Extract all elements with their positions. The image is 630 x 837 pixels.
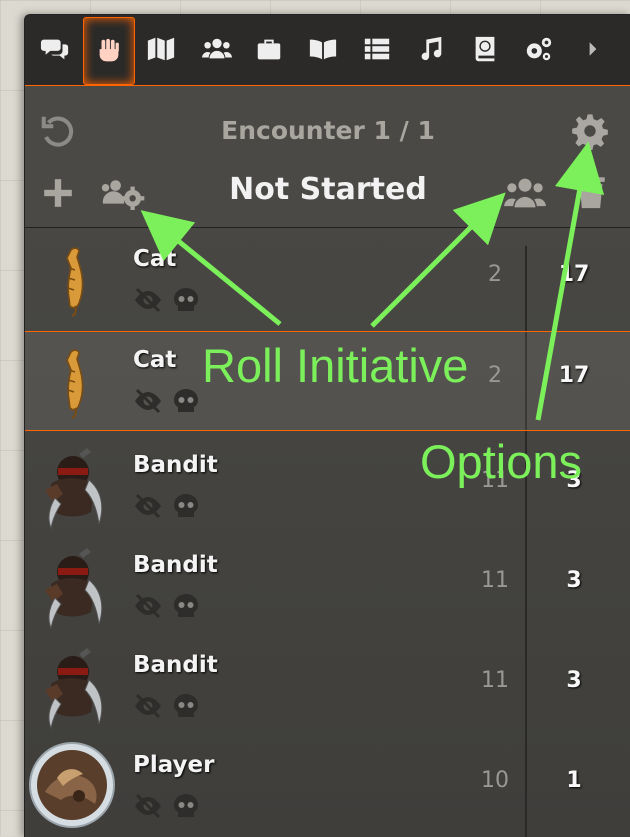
eye-slash-icon [135, 287, 161, 313]
skull-icon [174, 494, 198, 517]
skull-icon [174, 389, 198, 412]
toggle-defeated-button[interactable] [171, 387, 201, 415]
skull-icon [174, 594, 198, 617]
combatant-name: Bandit [133, 652, 218, 678]
combatant-dex: 2 [488, 363, 502, 388]
combatant-row[interactable]: Bandit 11 3 [25, 534, 630, 634]
skull-icon [174, 794, 198, 817]
initiative-value[interactable]: 1 [539, 768, 609, 793]
tab-playlists[interactable] [407, 25, 455, 73]
combatant-dex: 11 [481, 668, 509, 693]
toggle-defeated-button[interactable] [171, 286, 201, 314]
player-token-icon [29, 742, 115, 828]
eye-slash-icon [135, 593, 161, 619]
bandit-token-icon [45, 548, 103, 630]
toggle-defeated-button[interactable] [171, 592, 201, 620]
toggle-visibility-button[interactable] [133, 792, 163, 820]
toggle-visibility-button[interactable] [133, 592, 163, 620]
initiative-value[interactable]: 3 [539, 468, 609, 493]
toggle-visibility-button[interactable] [133, 387, 163, 415]
sidebar-panel: Encounter 1 / 1 Not Started Cat 2 17 Cat… [24, 14, 630, 837]
caret-right-icon [589, 42, 597, 56]
sidebar-tabs [25, 15, 630, 86]
tab-map[interactable] [137, 25, 185, 73]
list-icon [364, 38, 390, 60]
combatant-row[interactable]: Cat 2 17 [25, 228, 630, 328]
tab-settings[interactable] [515, 25, 563, 73]
toggle-visibility-button[interactable] [133, 692, 163, 720]
skull-icon [174, 288, 198, 311]
toggle-visibility-button[interactable] [133, 286, 163, 314]
combatant-dex: 10 [481, 768, 509, 793]
combatant-dex: 2 [488, 262, 502, 287]
tab-chat[interactable] [31, 25, 79, 73]
bandit-token-icon [45, 448, 103, 530]
cat-token-icon [66, 349, 84, 419]
tab-tables[interactable] [353, 25, 401, 73]
initiative-value[interactable]: 3 [539, 568, 609, 593]
settings-icon [526, 37, 552, 61]
combatant-row[interactable]: Bandit 11 3 [25, 434, 630, 534]
combatant-row[interactable]: Bandit 11 3 [25, 634, 630, 734]
combatant-name: Cat [133, 246, 177, 272]
combatant-name: Player [133, 752, 215, 778]
chat-icon [40, 39, 69, 60]
tab-compendium[interactable] [461, 25, 509, 73]
combatant-row-active[interactable]: Cat 2 17 [25, 331, 630, 431]
encounter-title: Encounter 1 / 1 [221, 116, 435, 145]
music-icon [421, 36, 442, 61]
eye-slash-icon [135, 693, 161, 719]
book-icon [309, 39, 337, 60]
skull-icon [174, 694, 198, 717]
compendium-icon [475, 36, 495, 62]
eye-slash-icon [135, 493, 161, 519]
users-icon [202, 38, 232, 59]
initiative-value[interactable]: 3 [539, 668, 609, 693]
encounter-header: Encounter 1 / 1 Not Started [25, 86, 630, 228]
combatant-name: Cat [133, 347, 177, 373]
toggle-defeated-button[interactable] [171, 492, 201, 520]
combatant-dex: 11 [481, 468, 509, 493]
bandit-token-icon [45, 648, 103, 730]
combatant-row[interactable]: Player 10 1 [25, 734, 630, 834]
tab-journal[interactable] [299, 25, 347, 73]
combatant-name: Bandit [133, 552, 218, 578]
tab-items[interactable] [245, 25, 293, 73]
roll-all-initiative-icon[interactable] [503, 176, 547, 210]
toggle-visibility-button[interactable] [133, 492, 163, 520]
toggle-defeated-button[interactable] [171, 692, 201, 720]
combatant-dex: 11 [481, 568, 509, 593]
map-icon [147, 37, 175, 61]
combat-fist-icon [99, 38, 119, 62]
initiative-value[interactable]: 17 [539, 363, 609, 388]
toggle-defeated-button[interactable] [171, 792, 201, 820]
cat-token-icon [66, 247, 84, 317]
tab-users[interactable] [193, 25, 241, 73]
tab-combat[interactable] [83, 17, 135, 85]
tab-expand[interactable] [575, 25, 611, 73]
briefcase-icon [257, 39, 281, 60]
initiative-value[interactable]: 17 [539, 262, 609, 287]
eye-slash-icon [135, 388, 161, 414]
delete-encounter-icon[interactable] [575, 172, 607, 210]
combatant-name: Bandit [133, 452, 218, 478]
eye-slash-icon [135, 793, 161, 819]
options-gear-icon[interactable] [571, 112, 609, 150]
